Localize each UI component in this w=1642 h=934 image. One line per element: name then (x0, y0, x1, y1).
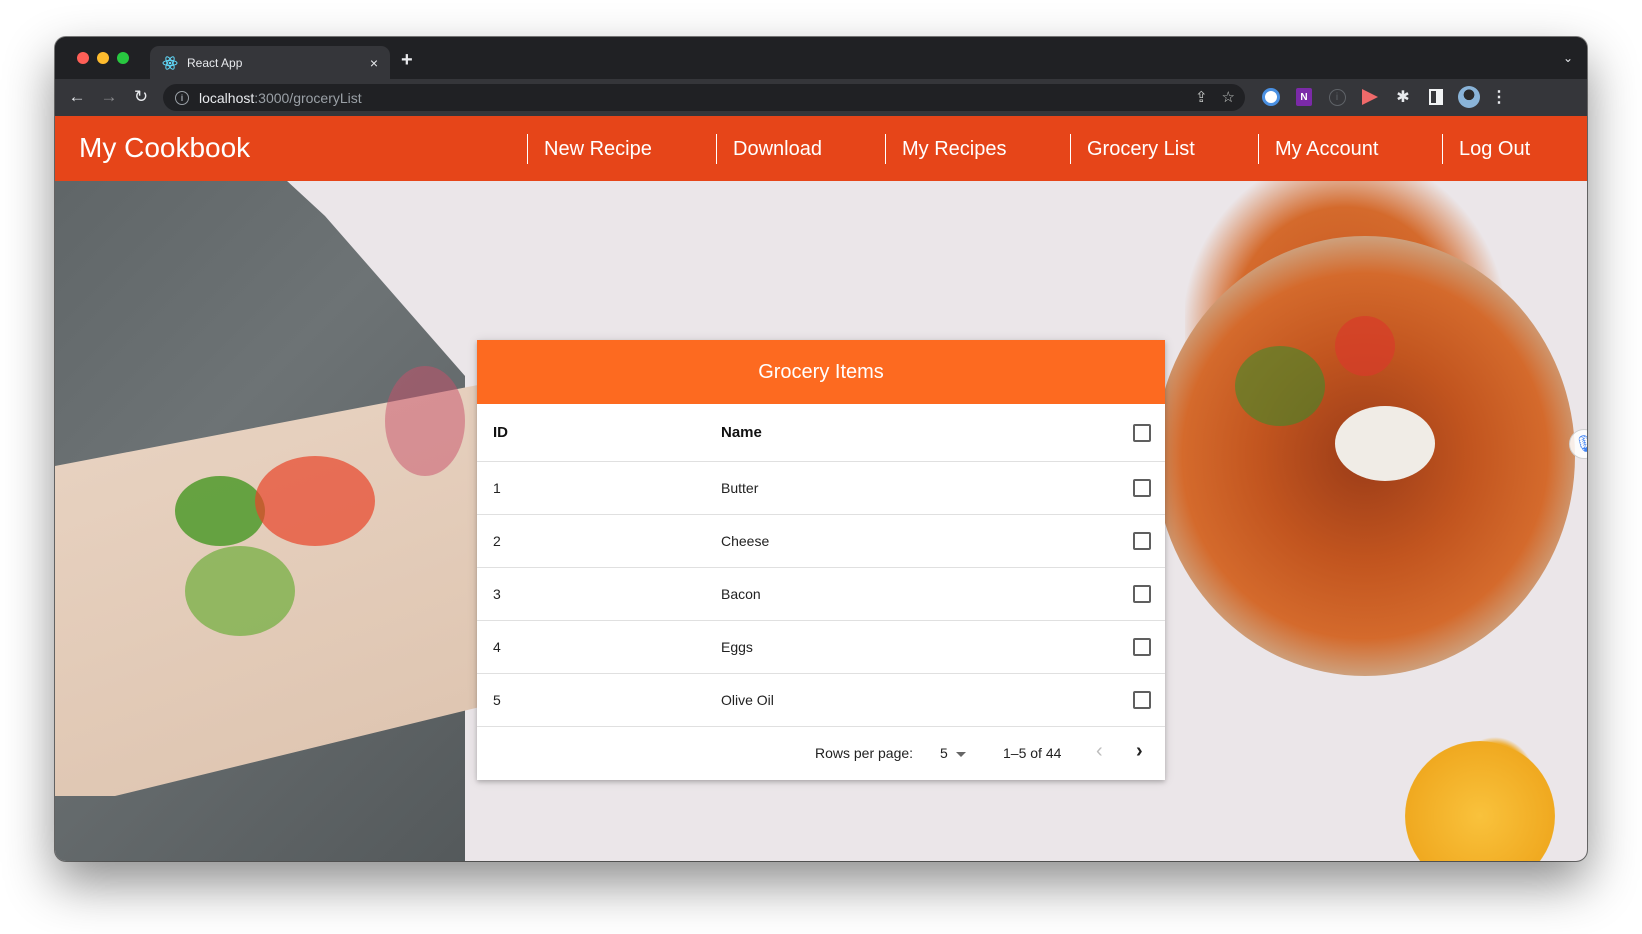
grocery-items-card: Grocery Items ID Name 1 Butter 2 Cheese … (477, 340, 1165, 780)
cell-id: 5 (493, 692, 501, 708)
video-extension-icon[interactable] (1359, 86, 1381, 108)
next-page-button[interactable]: › (1136, 740, 1143, 763)
site-info-icon[interactable]: i (175, 90, 189, 105)
previous-page-button[interactable]: ‹ (1096, 740, 1103, 763)
table-row[interactable]: 3 Bacon (477, 568, 1165, 621)
tab-strip: React App × + ⌄ (55, 37, 1587, 79)
maximize-window-button[interactable] (117, 52, 129, 64)
dropdown-caret-icon (955, 751, 966, 757)
cell-name: Butter (721, 480, 759, 496)
new-tab-button[interactable]: + (401, 49, 413, 72)
onenote-extension-icon[interactable]: N (1293, 86, 1315, 108)
nav-my-account[interactable]: My Account (1258, 134, 1378, 164)
close-window-button[interactable] (77, 52, 89, 64)
background-cilantro (1235, 346, 1325, 426)
cell-name: Eggs (721, 639, 753, 655)
brand-title[interactable]: My Cookbook (79, 132, 250, 164)
table-pagination: Rows per page: 5 1–5 of 44 ‹ › (477, 727, 1165, 779)
row-checkbox[interactable] (1133, 585, 1151, 603)
browser-toolbar: ← → ↻ i localhost :3000/groceryList ⇪ ☆ … (55, 79, 1587, 116)
background-tomato (1335, 316, 1395, 376)
forward-button[interactable]: → (99, 87, 119, 107)
rows-per-page-select[interactable]: 5 (940, 745, 966, 761)
profile-avatar[interactable] (1458, 86, 1480, 108)
column-header-id[interactable]: ID (493, 424, 508, 441)
table-row[interactable]: 2 Cheese (477, 515, 1165, 568)
tab-title: React App (187, 55, 243, 70)
background-sour-cream (1335, 406, 1435, 481)
rows-per-page-label: Rows per page: (815, 745, 914, 761)
tab-search-chevron-icon[interactable]: ⌄ (1563, 51, 1573, 65)
row-checkbox[interactable] (1133, 638, 1151, 656)
table-row[interactable]: 4 Eggs (477, 621, 1165, 674)
background-peppers (255, 456, 375, 546)
side-panel-icon[interactable] (1425, 86, 1447, 108)
nav-new-recipe[interactable]: New Recipe (527, 134, 652, 164)
page-content: 🎙 My Cookbook New Recipe Download My Rec… (55, 116, 1587, 861)
cell-name: Cheese (721, 533, 770, 549)
nav-download[interactable]: Download (716, 134, 822, 164)
extensions-area: N i ✱ ⋮ (1260, 86, 1507, 108)
info-extension-icon[interactable]: i (1326, 86, 1348, 108)
app-navbar: My Cookbook New Recipe Download My Recip… (55, 116, 1587, 181)
password-manager-extension-icon[interactable] (1260, 86, 1282, 108)
card-title: Grocery Items (477, 340, 1165, 404)
row-checkbox[interactable] (1133, 691, 1151, 709)
cell-id: 4 (493, 639, 501, 655)
background-greens (185, 546, 295, 636)
cell-name: Bacon (721, 586, 761, 602)
cell-id: 2 (493, 533, 501, 549)
url-path: :3000/groceryList (254, 89, 362, 106)
url-host: localhost (199, 89, 255, 106)
table-row[interactable]: 1 Butter (477, 462, 1165, 515)
background-onion (385, 366, 465, 476)
table-row[interactable]: 5 Olive Oil (477, 674, 1165, 727)
address-bar[interactable]: i localhost :3000/groceryList ⇪ ☆ (163, 84, 1245, 111)
row-checkbox[interactable] (1133, 532, 1151, 550)
select-all-checkbox[interactable] (1133, 423, 1151, 442)
close-tab-icon[interactable]: × (370, 55, 378, 71)
reload-button[interactable]: ↻ (131, 87, 151, 107)
pagination-range: 1–5 of 44 (1003, 745, 1062, 761)
row-checkbox[interactable] (1133, 479, 1151, 497)
background-herbs (175, 476, 265, 546)
nav-log-out[interactable]: Log Out (1442, 134, 1530, 164)
share-icon[interactable]: ⇪ (1195, 88, 1208, 106)
nav-my-recipes[interactable]: My Recipes (885, 134, 1006, 164)
cell-id: 3 (493, 586, 501, 602)
nav-grocery-list[interactable]: Grocery List (1070, 134, 1195, 164)
react-icon (162, 55, 178, 71)
browser-tab[interactable]: React App × (150, 46, 390, 79)
back-button[interactable]: ← (67, 87, 87, 107)
rows-per-page-value: 5 (940, 745, 948, 761)
extensions-puzzle-icon[interactable]: ✱ (1392, 86, 1414, 108)
column-header-name[interactable]: Name (721, 424, 762, 441)
browser-menu-icon[interactable]: ⋮ (1491, 87, 1507, 107)
cell-name: Olive Oil (721, 692, 774, 708)
table-header-row: ID Name (477, 404, 1165, 462)
bookmark-star-icon[interactable]: ☆ (1222, 88, 1235, 106)
minimize-window-button[interactable] (97, 52, 109, 64)
browser-window: React App × + ⌄ ← → ↻ i localhost :3000/… (55, 37, 1587, 861)
cell-id: 1 (493, 480, 501, 496)
